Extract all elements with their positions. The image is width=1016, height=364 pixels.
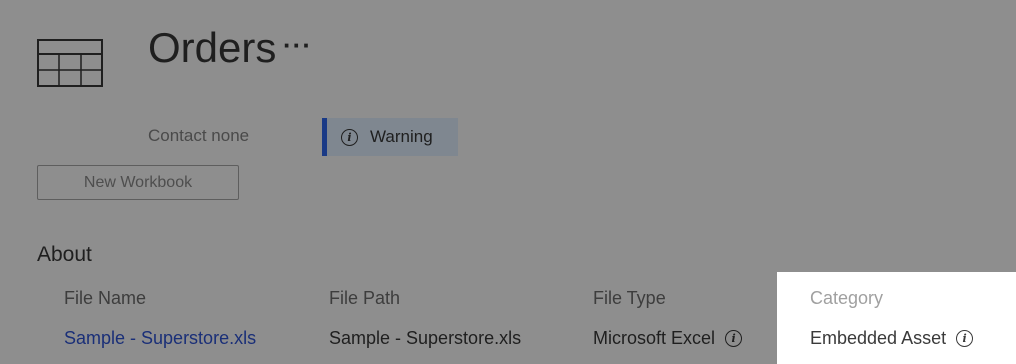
- category-value: Embedded Asset: [810, 328, 947, 348]
- file-path-label: File Path: [329, 288, 401, 308]
- file-type-info-icon[interactable]: i: [725, 330, 743, 347]
- info-icon: i: [341, 128, 358, 146]
- category-label: Category: [810, 288, 884, 308]
- category-value-row: Embedded Asset i: [810, 328, 974, 349]
- table-icon: [37, 39, 103, 87]
- file-type-label: File Type: [593, 288, 666, 308]
- warning-label: Warning: [370, 127, 433, 146]
- category-info-icon[interactable]: i: [956, 330, 974, 347]
- category-highlight-panel: [777, 272, 1016, 364]
- file-name-label: File Name: [64, 288, 147, 308]
- about-heading: About: [37, 243, 92, 266]
- more-actions-button[interactable]: ···: [283, 32, 312, 58]
- page-title: Orders: [148, 24, 277, 71]
- warning-badge[interactable]: i Warning: [322, 118, 458, 156]
- new-workbook-button[interactable]: New Workbook: [37, 165, 239, 200]
- file-path-value: Sample - Superstore.xls: [329, 328, 522, 348]
- file-name-link[interactable]: Sample - Superstore.xls: [64, 328, 256, 349]
- file-type-value: Microsoft Excel: [593, 328, 716, 348]
- file-type-value-row: Microsoft Excel i: [593, 328, 743, 349]
- contact-text: Contact none: [148, 126, 250, 145]
